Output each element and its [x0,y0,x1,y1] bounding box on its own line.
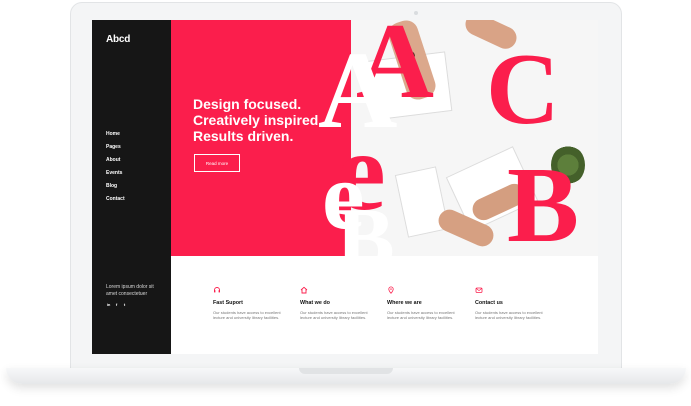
location-pin-icon [387,286,395,294]
feature-text: Our students have access to excellent le… [475,310,543,321]
sidebar-nav: Home Pages About Events Blog Contact [106,131,125,209]
social-links: in f t [106,302,127,307]
camera-icon [414,11,418,15]
feature-title: Where we are [387,300,422,306]
feature-contact-us: Contact us Our students have access to e… [475,286,551,321]
nav-contact[interactable]: Contact [106,196,125,209]
hero-title: Design focused. Creatively inspired. Res… [193,96,353,144]
hero-line-3: Results driven. [193,128,294,144]
sidebar-text: Lorem ipsum dolor sit amet consectetuer [106,284,154,297]
feature-title: Contact us [475,300,503,306]
read-more-button[interactable]: Read more [194,154,240,172]
letter-b: B [507,146,580,257]
contact-icon [475,286,483,294]
feature-where-we-are: Where we are Our students have access to… [387,286,463,321]
twitter-icon[interactable]: t [122,302,127,307]
linkedin-icon[interactable]: in [106,302,111,307]
nav-blog[interactable]: Blog [106,183,125,196]
site-logo[interactable]: Abcd [106,34,130,45]
feature-text: Our students have access to excellent le… [213,310,281,321]
hero-line-2: Creatively inspired. [193,112,323,128]
feature-text: Our students have access to excellent le… [300,310,368,321]
home-icon [300,286,308,294]
feature-fast-support: Fast Suport Our students have access to … [213,286,289,321]
nav-about[interactable]: About [106,157,125,170]
nav-home[interactable]: Home [106,131,125,144]
headset-icon [213,286,221,294]
hero-section: A C e B A e B Design focused. Creatively… [171,20,598,256]
nav-pages[interactable]: Pages [106,144,125,157]
feature-title: What we do [300,300,330,306]
features-section: Fast Suport Our students have access to … [171,256,598,354]
feature-title: Fast Suport [213,300,243,306]
hero-line-1: Design focused. [193,96,302,112]
sidebar: Abcd Home Pages About Events Blog Contac… [92,20,171,354]
laptop-notch [299,368,393,374]
feature-text: Our students have access to excellent le… [387,310,455,321]
facebook-icon[interactable]: f [114,302,119,307]
laptop-base [6,368,686,384]
feature-what-we-do: What we do Our students have access to e… [300,286,376,321]
letter-white-b: B [336,191,395,257]
website-screen: Abcd Home Pages About Events Blog Contac… [92,20,598,354]
letter-c: C [486,33,560,146]
nav-events[interactable]: Events [106,170,125,183]
